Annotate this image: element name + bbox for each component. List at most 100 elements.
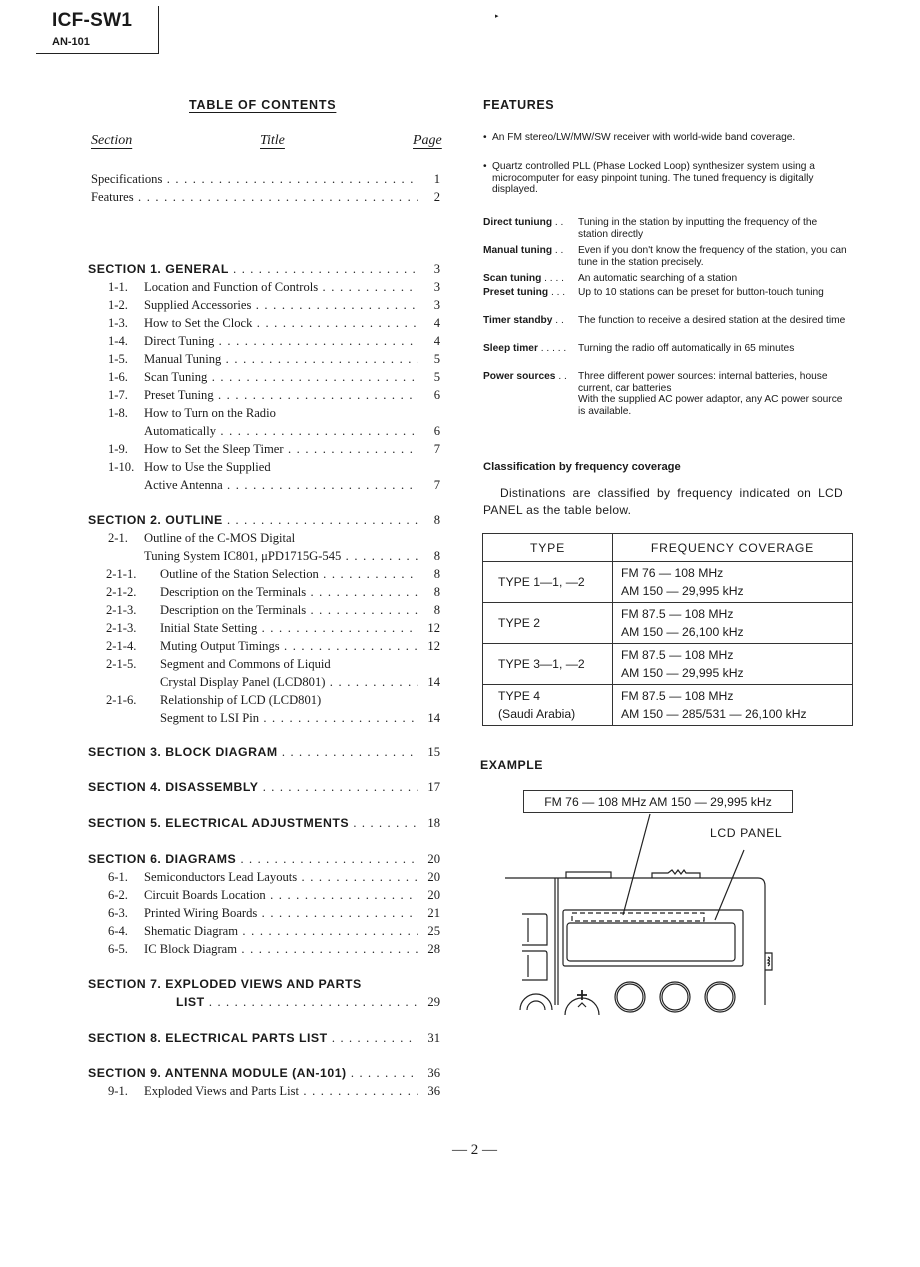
toc-entry-page: 12 [427,621,440,635]
toc-entry-title: Segment to LSI Pin [160,709,418,727]
toc-entry-title: Initial State Setting [160,619,418,637]
side-jog [765,952,773,971]
toc-entry-title: Crystal Display Panel (LCD801) [160,673,418,691]
toc-section-entry: SECTION 4. DISASSEMBLY 17 [88,778,440,796]
am-range: AM 150 — 285/531 — 26,100 kHz [621,707,807,721]
toc-entry-title: How to Turn on the Radio [144,406,276,420]
fm-range: FM 76 — 108 MHz [621,566,724,580]
definition-term: Power sources [483,371,556,382]
toc-entry-title: Manual Tuning [144,350,418,368]
toc-entry-page: 8 [433,513,440,527]
toc-entry-title: SECTION 1. GENERAL [88,260,418,278]
type-cell: TYPE 4 (Saudi Arabia) [482,684,613,726]
toc-entry: 1-5. Manual Tuning 5 [88,350,440,368]
definition-description: Even if you don't know the frequency of … [578,245,847,268]
header-frequency: FREQUENCY COVERAGE [612,533,853,562]
toc-entry-number: 2-1-6. [106,693,137,707]
definition-term: Preset tuning [483,287,549,298]
table-row: TYPE 3—1, —2 FM 87.5 — 108 MHz AM 150 — 29… [482,643,853,685]
toc-entry: 2-1-3. Description on the Terminals 8 [88,601,440,619]
table-header-row: TYPE FREQUENCY COVERAGE [482,533,853,562]
toc-entry-title: Relationship of LCD (LCD801) [160,693,322,707]
toc-entry-number: 2-1-4. [106,639,137,653]
toc-entry: 1-7. Preset Tuning 6 [88,386,440,404]
toc-entry-number: 1-7. [108,388,128,402]
toc-entry-page: 12 [427,639,440,653]
toc-entry-title: Preset Tuning [144,386,418,404]
toc-section-entry: SECTION 9. ANTENNA MODULE (AN-101) 36 [88,1064,440,1082]
preset-button-3 [704,981,736,1013]
toc-entry-page: 5 [433,352,440,366]
frequency-table: TYPE FREQUENCY COVERAGE TYPE 1—1, —2 FM 7… [482,533,853,726]
fm-range: FM 87.5 — 108 MHz [621,648,734,662]
am-range: AM 150 — 29,995 kHz [621,666,744,680]
toc-entry: Features 2 [88,188,440,206]
speaker-grille [519,993,553,1011]
toc-entry-page: 25 [427,924,440,938]
toc-column-section: Section [91,133,133,148]
toc-entry-title: Semiconductors Lead Layouts [144,868,418,886]
toc-entry: 2-1-4. Muting Output Timings 12 [88,637,440,655]
toc-entry-page: 5 [433,370,440,384]
toc-entry-number: 1-6. [108,370,128,384]
toc-entry-title: IC Block Diagram [144,940,418,958]
frequency-cell: FM 76 — 108 MHz AM 150 — 29,995 kHz [612,561,853,603]
toc-entry-page: 31 [427,1031,440,1045]
toc-entry-number: 6-4. [108,924,128,938]
toc-entry-title: How to Set the Sleep Timer [144,440,418,458]
definition-description: Up to 10 stations can be preset for butt… [578,287,824,298]
frequency-cell: FM 87.5 — 108 MHz AM 150 — 26,100 kHz [612,602,853,644]
bullet-icon: • [483,132,487,143]
toc-section-entry: SECTION 5. ELECTRICAL ADJUSTMENTS 18 [88,814,440,832]
toc-entry-page: 4 [433,334,440,348]
toc-entry: 2-1. Outline of the C-MOS Digital [88,529,440,547]
toc-entry-page: 2 [433,190,440,204]
toc-entry-number: 2-1. [108,531,128,545]
toc-entry-title: Description on the Terminals [160,583,418,601]
toc-entry-page: 14 [427,711,440,725]
lcd-window [566,922,736,962]
toc-entry: 6-1. Semiconductors Lead Layouts 20 [88,868,440,886]
toc-entry-title: SECTION 3. BLOCK DIAGRAM [88,743,418,761]
side-button-upper [522,913,548,946]
fm-range: FM 87.5 — 108 MHz [621,689,734,703]
frequency-cell: FM 87.5 — 108 MHz AM 150 — 285/531 — 26,1… [612,684,853,726]
toc-entry-title: Features [91,188,418,206]
side-button-lower [522,950,548,981]
toc-entry-title: Location and Function of Controls [144,278,418,296]
toc-entry-title: Shematic Diagram [144,922,418,940]
definition-leader: . . [552,217,564,228]
definition-leader: . . [555,371,567,382]
top-knob-right [651,868,701,878]
fm-range: FM 87.5 — 108 MHz [621,607,734,621]
toc-entry-title: How to Use the Supplied [144,460,271,474]
toc-entry-number: 1-5. [108,352,128,366]
toc-entry-page: 8 [433,567,440,581]
header-type: TYPE [482,533,613,562]
type-name: TYPE 1—1, —2 [498,575,585,589]
toc-entry-number: 2-1-3. [106,603,137,617]
toc-entry-title: SECTION 2. OUTLINE [88,511,418,529]
type-cell: TYPE 1—1, —2 [482,561,613,603]
toc-entry: 1-4. Direct Tuning 4 [88,332,440,350]
definition-leader: . . . . . [537,343,567,354]
am-range: AM 150 — 29,995 kHz [621,584,744,598]
toc-entry: 1-3. How to Set the Clock 4 [88,314,440,332]
am-range: AM 150 — 26,100 kHz [621,625,744,639]
toc-entry-page: 8 [433,549,440,563]
classification-title: Classification by frequency coverage [483,461,681,473]
table-row: TYPE 4 (Saudi Arabia) FM 87.5 — 108 MHz AM … [482,684,853,726]
toc-entry-page: 14 [427,675,440,689]
toc-entry-page: 1 [433,172,440,186]
toc-entry-number: 6-2. [108,888,128,902]
toc-entry-page: 6 [433,388,440,402]
toc-entry: 2-1-5. Segment and Commons of Liquid [88,655,440,673]
toc-entry-page: 20 [427,888,440,902]
toc-entry-title: SECTION 7. EXPLODED VIEWS AND PARTS [88,977,362,991]
table-row: TYPE 2 FM 87.5 — 108 MHz AM 150 — 26,100 k… [482,602,853,644]
toc-entry-page: 36 [427,1084,440,1098]
toc-entry-page: 20 [427,852,440,866]
definition-description: Tuning in the station by inputting the f… [578,217,818,240]
toc-section-entry: SECTION 2. OUTLINE 8 [88,511,440,529]
bullet-icon: • [483,161,487,172]
